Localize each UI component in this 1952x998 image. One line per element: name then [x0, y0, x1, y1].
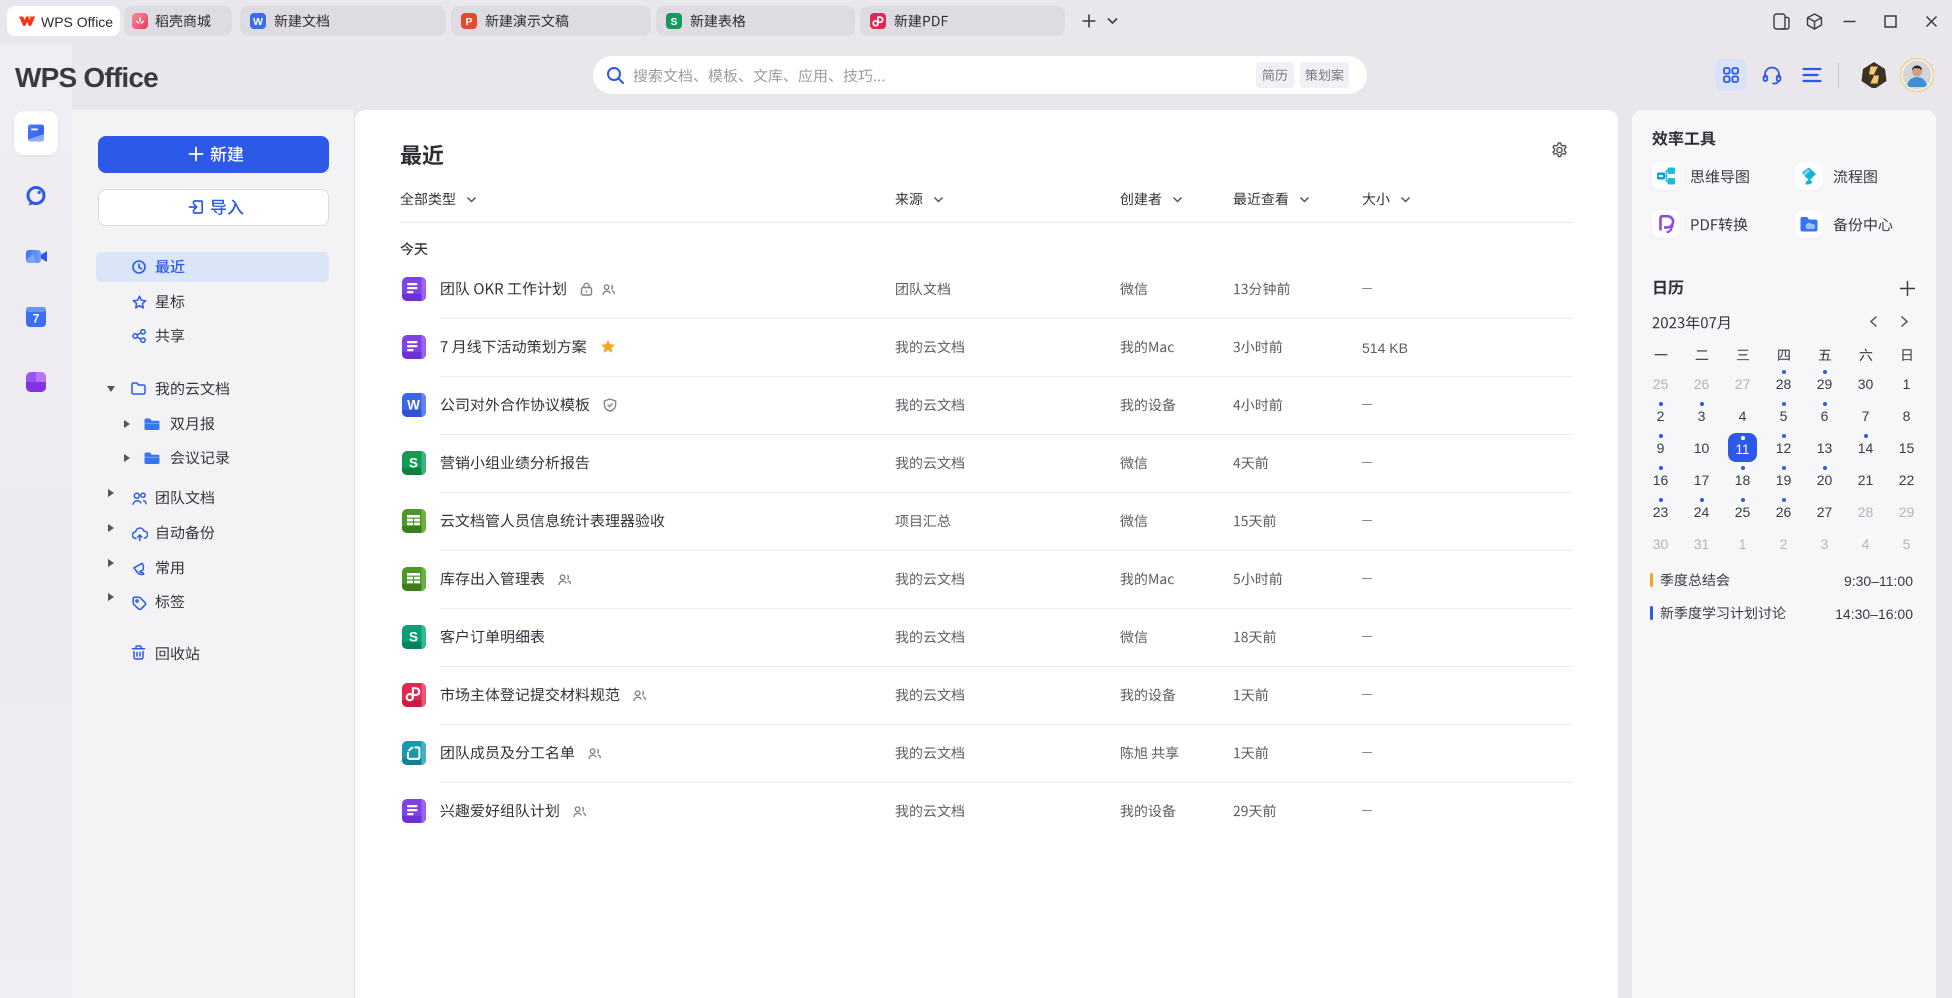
- svg-text:S: S: [670, 16, 677, 28]
- svg-text:S: S: [409, 630, 418, 645]
- svg-text:W: W: [407, 398, 420, 413]
- svg-text:7: 7: [33, 312, 40, 326]
- svg-text:S: S: [409, 456, 418, 471]
- svg-text:P: P: [465, 16, 472, 28]
- svg-text:W: W: [253, 16, 263, 28]
